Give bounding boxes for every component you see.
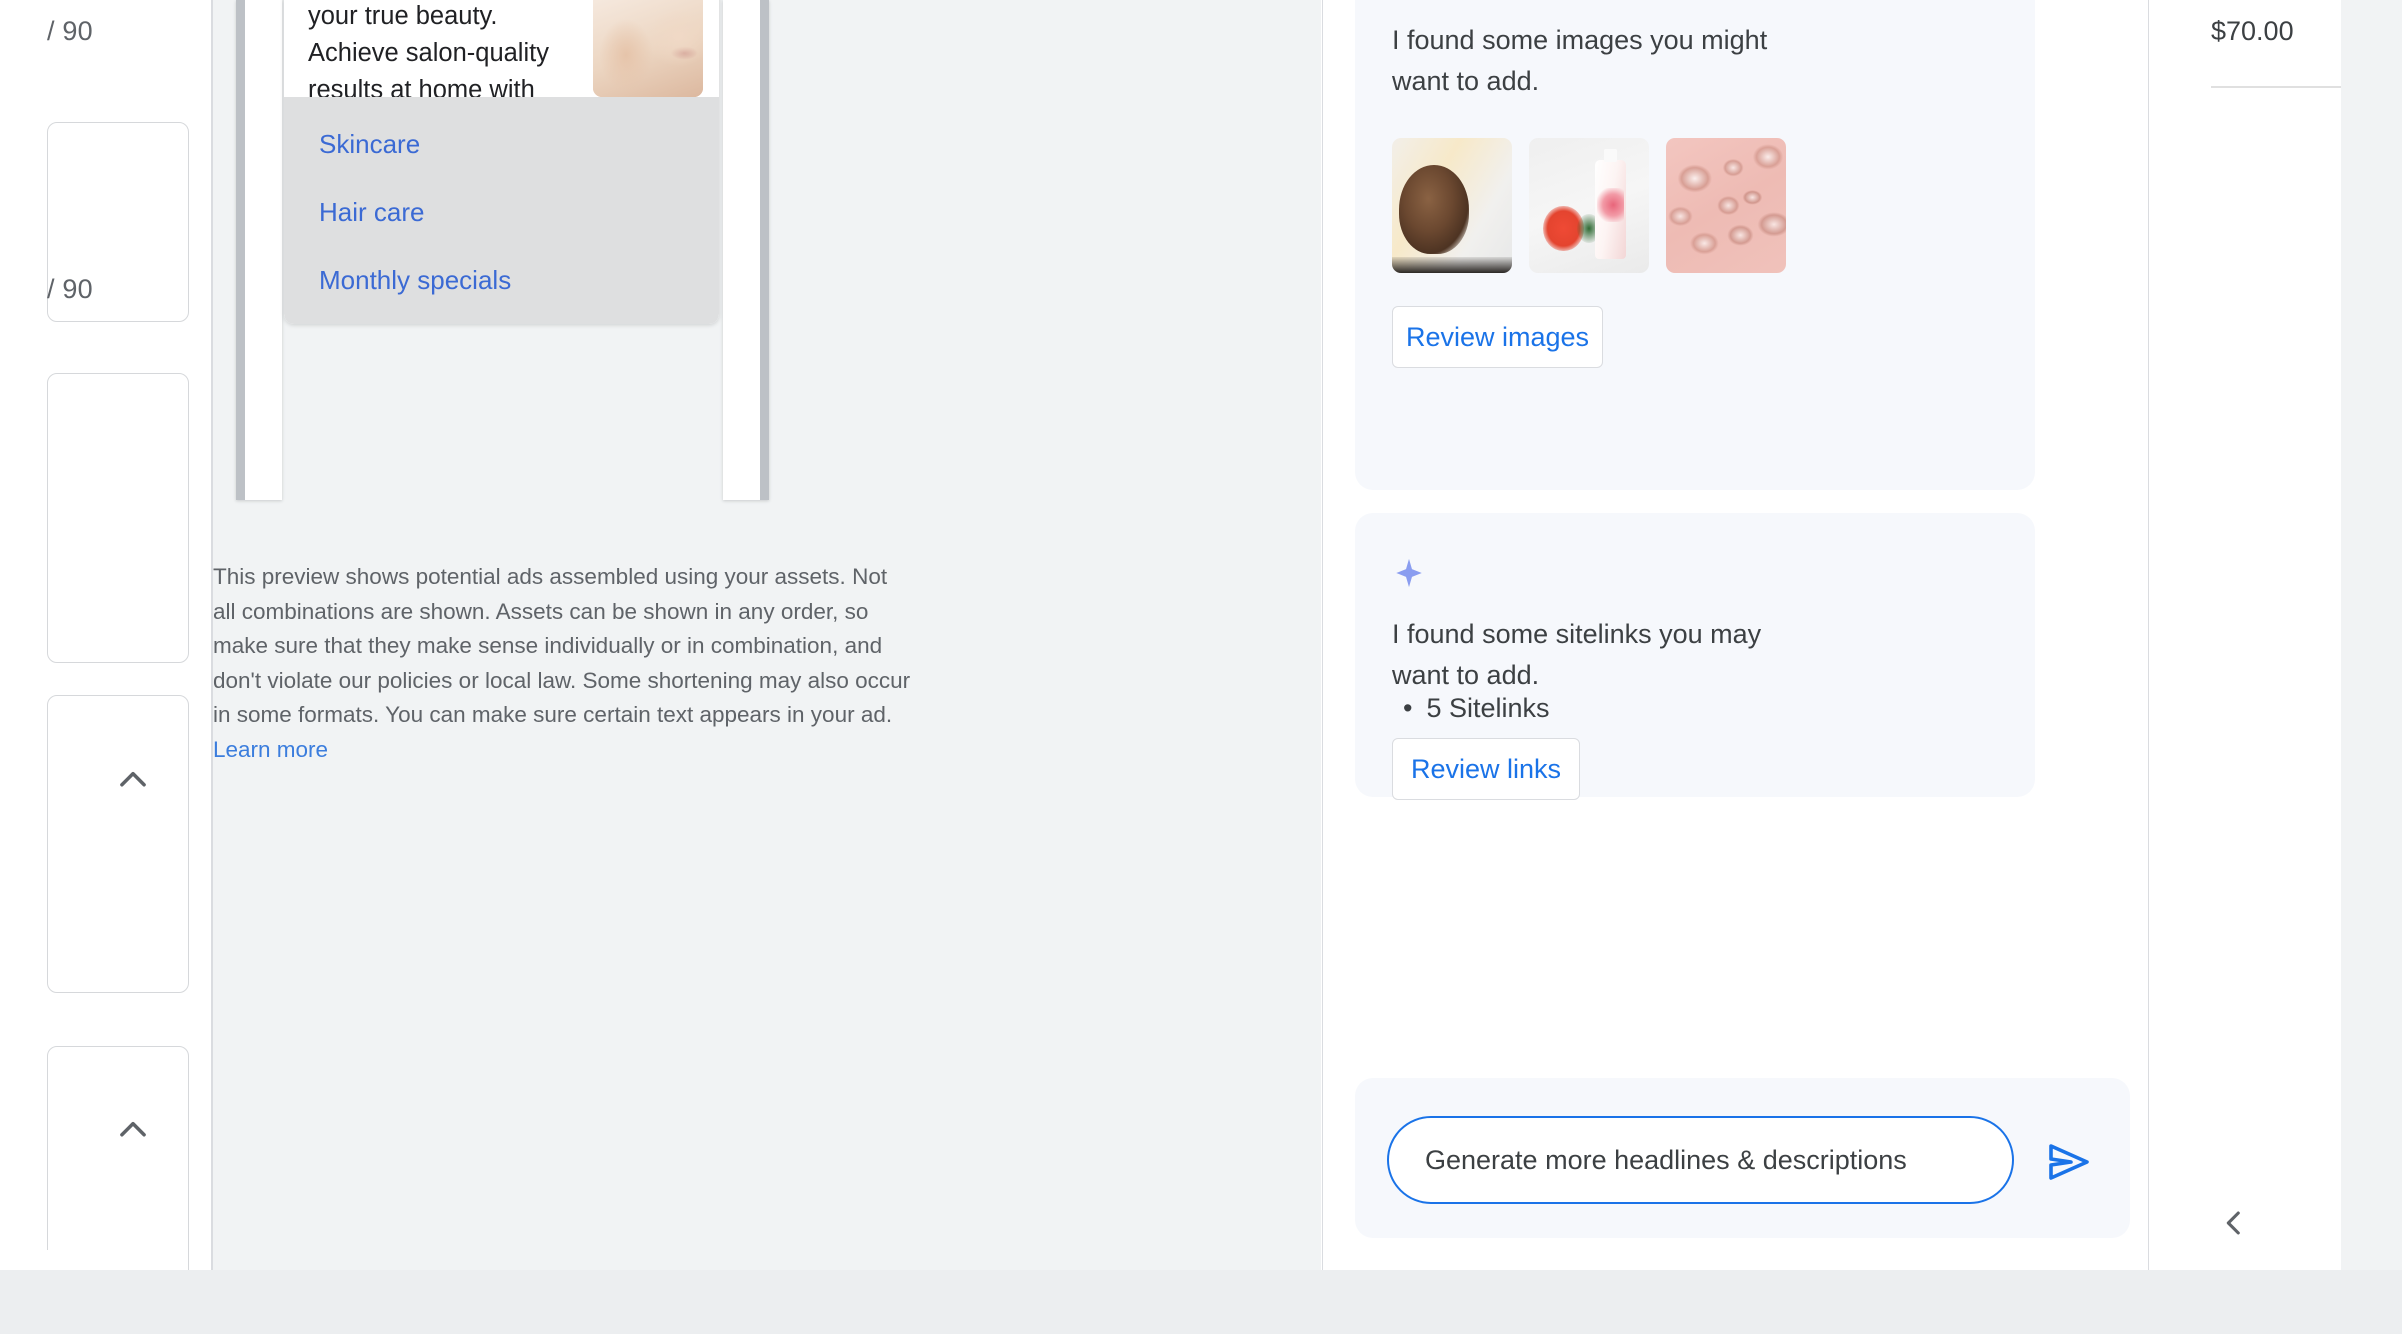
chevron-up-icon[interactable]	[114, 1111, 152, 1149]
ad-sitelinks-strip: Skincare Hair care Monthly specials Memb…	[284, 97, 719, 324]
asset-card-2[interactable]	[47, 695, 189, 993]
budget-divider	[2211, 86, 2342, 88]
budget-amount: $70.00	[2211, 16, 2294, 46]
ai-sitelinks-message: I found some sitelinks you may want to a…	[1392, 619, 1762, 690]
ad-card[interactable]: your true beauty. Achieve salon-quality …	[284, 0, 719, 324]
ai-assistant-panel: I found some images you might want to ad…	[1322, 0, 2148, 1270]
ad-sitelink-monthly-specials[interactable]: Monthly specials	[319, 265, 511, 296]
review-links-button[interactable]: Review links	[1392, 738, 1580, 800]
ad-preview-canvas: your true beauty. Achieve salon-quality …	[213, 0, 1321, 1270]
ai-composer	[1355, 1078, 2130, 1238]
ad-sitelink-skincare[interactable]: Skincare	[319, 129, 420, 160]
sparkle-icon	[1392, 556, 1426, 590]
right-edge-strip	[2341, 0, 2402, 1270]
bullet-dot-icon: •	[1403, 693, 1413, 723]
suggested-image-2[interactable]	[1529, 138, 1649, 273]
send-icon[interactable]	[2045, 1138, 2093, 1186]
ai-sitelinks-count: 5 Sitelinks	[1426, 693, 1550, 723]
footer-bar	[0, 1270, 2402, 1334]
assets-left-column: / 90 / 90	[0, 0, 212, 1316]
learn-more-link[interactable]: Learn more	[213, 737, 328, 762]
review-images-button[interactable]: Review images	[1392, 306, 1603, 368]
suggested-image-3[interactable]	[1666, 138, 1786, 273]
carousel-peek-right[interactable]	[723, 0, 769, 500]
carousel-peek-left[interactable]	[236, 0, 282, 500]
asset-card-1[interactable]	[47, 373, 189, 663]
ad-preview-carousel: your true beauty. Achieve salon-quality …	[213, 0, 1321, 500]
ai-sitelinks-bullet: • 5 Sitelinks	[1403, 693, 1550, 724]
preview-disclaimer: This preview shows potential ads assembl…	[213, 560, 913, 767]
carousel-peek-right-bar	[760, 0, 769, 500]
budget-right-column: $70.00	[2148, 0, 2342, 1270]
carousel-peek-left-bar	[236, 0, 245, 500]
ai-prompt-input[interactable]	[1387, 1116, 2014, 1204]
character-counter-2: / 90	[47, 274, 93, 304]
ai-images-suggestion-card: I found some images you might want to ad…	[1355, 0, 2035, 490]
ad-thumbnail-image	[593, 0, 703, 97]
character-counter-1: / 90	[47, 16, 93, 46]
suggested-image-1[interactable]	[1392, 138, 1512, 273]
ai-images-message: I found some images you might want to ad…	[1392, 25, 1768, 96]
ad-sitelink-hair-care[interactable]: Hair care	[319, 197, 424, 228]
chevron-left-icon[interactable]	[2217, 1206, 2251, 1240]
ai-suggested-images	[1392, 138, 1786, 273]
footer-notch	[0, 1250, 54, 1270]
chevron-up-icon[interactable]	[114, 761, 152, 799]
ai-sitelinks-suggestion-card: I found some sitelinks you may want to a…	[1355, 513, 2035, 800]
screen-root: / 90 / 90 your true beauty. Achieve salo…	[0, 0, 2402, 1334]
preview-disclaimer-text: This preview shows potential ads assembl…	[213, 564, 911, 727]
